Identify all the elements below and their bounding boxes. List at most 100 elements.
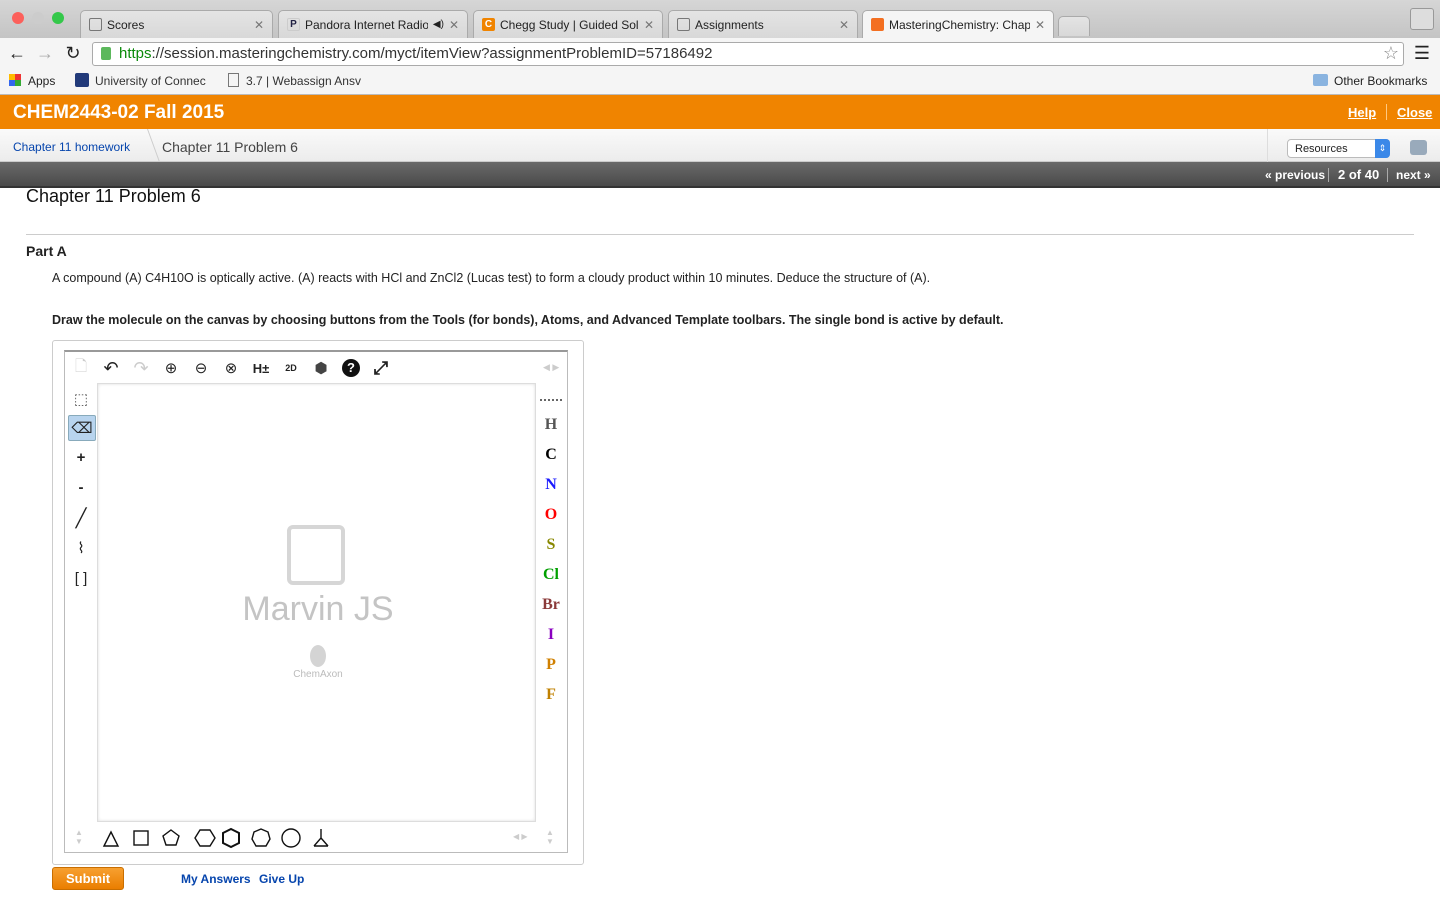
other-bookmarks[interactable]: Other Bookmarks	[1334, 74, 1427, 88]
my-answers-link[interactable]: My Answers	[181, 872, 251, 886]
question-text: A compound (A) C4H10O is optically activ…	[52, 271, 931, 285]
page-icon	[228, 73, 239, 87]
browser-tab[interactable]: Assignments ✕	[668, 10, 858, 38]
atom-button-br[interactable]: Br	[538, 596, 564, 614]
chemaxon-logo-icon	[310, 645, 326, 667]
scroll-arrows-icon[interactable]: ◀ ▶	[543, 362, 559, 373]
print-icon[interactable]	[1410, 140, 1427, 155]
fullscreen-icon[interactable]: ⤢	[369, 356, 393, 380]
help-link[interactable]: Help	[1348, 105, 1376, 120]
star-icon[interactable]: ☆	[1383, 43, 1399, 64]
octagon-template-icon[interactable]	[281, 828, 301, 848]
new-tab-button[interactable]	[1058, 16, 1090, 36]
close-tab-icon[interactable]: ✕	[449, 18, 459, 32]
problem-nav: « previous 2 of 40 next »	[0, 162, 1440, 188]
chain-icon[interactable]: ⌇	[69, 536, 93, 560]
forward-arrow-icon[interactable]: →	[33, 41, 57, 65]
pentagon-template-icon[interactable]	[162, 829, 180, 846]
periodic-table-icon[interactable]	[540, 391, 562, 401]
atom-button-cl[interactable]: Cl	[538, 566, 564, 584]
zoom-in-icon[interactable]: ⊕	[159, 356, 183, 380]
next-link[interactable]: next »	[1396, 168, 1431, 182]
scroll-arrows-icon[interactable]: ▲ ▼	[546, 828, 554, 846]
bookmark-uconn[interactable]: University of Connec	[95, 74, 206, 88]
page-icon	[677, 18, 690, 31]
atom-button-i[interactable]: I	[538, 626, 564, 644]
decrease-charge-button[interactable]: -	[69, 475, 93, 499]
zoom-out-icon[interactable]: ⊖	[189, 356, 213, 380]
profile-icon[interactable]	[1410, 8, 1434, 30]
divider	[1328, 168, 1329, 182]
problem-title: Chapter 11 Problem 6	[26, 186, 201, 206]
marvin-logo-text: Marvin JS	[242, 590, 394, 628]
scroll-arrows-icon[interactable]: ◀ ▶	[513, 832, 528, 841]
bracket-icon[interactable]: [ ]	[69, 566, 93, 590]
close-tab-icon[interactable]: ✕	[839, 18, 849, 32]
hexagon-template-icon[interactable]	[194, 829, 216, 847]
folder-icon	[1313, 74, 1328, 86]
new-document-icon[interactable]: 🗋	[69, 356, 93, 380]
browser-tab[interactable]: C Chegg Study | Guided Solu ✕	[473, 10, 663, 38]
zoom-reset-icon[interactable]: ⊗	[219, 356, 243, 380]
template-scroll-icon[interactable]: ▲ ▼	[75, 828, 83, 846]
close-link[interactable]: Close	[1397, 105, 1432, 120]
cyclohexane-chair-icon[interactable]	[313, 829, 329, 847]
square-template-icon[interactable]	[133, 830, 149, 846]
browser-tab[interactable]: P Pandora Internet Radio ◀) ✕	[278, 10, 468, 38]
divider	[26, 234, 1414, 235]
give-up-link[interactable]: Give Up	[259, 872, 304, 886]
close-tab-icon[interactable]: ✕	[254, 18, 264, 32]
maximize-window-button[interactable]	[52, 12, 64, 24]
close-tab-icon[interactable]: ✕	[644, 18, 654, 32]
reload-icon[interactable]: ↻	[61, 41, 85, 65]
undo-icon[interactable]: ↶	[99, 356, 123, 380]
increase-charge-button[interactable]: +	[69, 445, 93, 469]
minimize-window-button[interactable]	[32, 12, 44, 24]
atom-button-s[interactable]: S	[538, 536, 564, 554]
back-arrow-icon[interactable]: ←	[5, 41, 29, 65]
select-icon[interactable]: ⬚	[69, 387, 93, 411]
marvin-logo-icon	[287, 525, 345, 585]
bookmark-webassign[interactable]: 3.7 | Webassign Ansv	[246, 74, 361, 88]
apps-icon	[9, 74, 21, 86]
bookmark-apps[interactable]: Apps	[28, 74, 55, 88]
heptagon-template-icon[interactable]	[251, 828, 271, 847]
template-toolbar	[102, 827, 329, 849]
problem-position: 2 of 40	[1338, 167, 1380, 182]
instructions-text: Draw the molecule on the canvas by choos…	[52, 313, 1004, 327]
benzene-template-icon[interactable]	[222, 827, 240, 849]
browser-tab[interactable]: Scores ✕	[80, 10, 273, 38]
hydrogen-toggle-icon[interactable]: H±	[249, 356, 273, 380]
resources-select[interactable]: Resources ⇕	[1287, 139, 1390, 158]
browser-tab-active[interactable]: MasteringChemistry: Chapt ✕	[862, 10, 1054, 38]
previous-link[interactable]: « previous	[1265, 168, 1325, 182]
course-header: CHEM2443-02 Fall 2015 Help Close	[0, 95, 1440, 129]
breadcrumb-parent-link[interactable]: Chapter 11 homework	[13, 140, 130, 154]
menu-icon[interactable]: ☰	[1410, 41, 1434, 65]
atom-button-c[interactable]: C	[538, 446, 564, 464]
breadcrumb-current: Chapter 11 Problem 6	[162, 139, 298, 155]
breadcrumb: Chapter 11 homework Chapter 11 Problem 6…	[0, 129, 1440, 162]
help-icon[interactable]: ?	[339, 356, 363, 380]
submit-button[interactable]: Submit	[52, 867, 124, 890]
atom-button-h[interactable]: H	[538, 416, 564, 434]
divider	[1267, 129, 1268, 162]
atom-button-n[interactable]: N	[538, 476, 564, 494]
course-title: CHEM2443-02 Fall 2015	[13, 102, 225, 123]
atom-button-p[interactable]: P	[538, 656, 564, 674]
triangle-template-icon[interactable]	[102, 830, 120, 847]
single-bond-icon[interactable]: ╱	[69, 506, 93, 530]
atom-button-f[interactable]: F	[538, 686, 564, 704]
uconn-icon	[75, 73, 89, 87]
breadcrumb-separator	[133, 129, 161, 162]
info-icon[interactable]: ⬢	[309, 356, 333, 380]
close-tab-icon[interactable]: ✕	[1035, 18, 1045, 32]
eraser-icon[interactable]: ⌫	[68, 415, 96, 441]
url-input[interactable]: https://session.masteringchemistry.com/m…	[92, 42, 1404, 66]
redo-icon[interactable]: ↷	[129, 356, 153, 380]
bookmarks-bar: Apps University of Connec 3.7 | Webassig…	[0, 68, 1440, 95]
close-window-button[interactable]	[12, 12, 24, 24]
divider	[1387, 168, 1388, 182]
atom-button-o[interactable]: O	[538, 506, 564, 524]
clean-2d-icon[interactable]: 2D	[279, 356, 303, 380]
